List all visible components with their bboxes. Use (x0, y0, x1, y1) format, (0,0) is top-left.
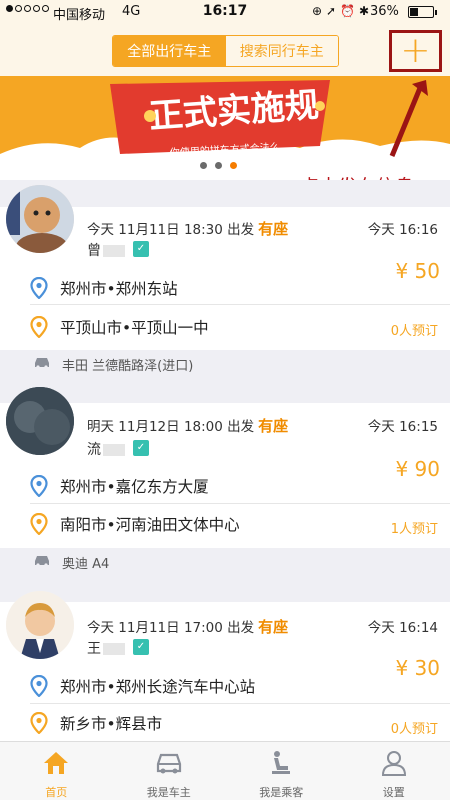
divider (30, 503, 450, 504)
seat-icon (272, 751, 291, 774)
status-icons: ⊕➚⏰✱ (312, 4, 374, 18)
seat-status: 有座 (258, 220, 289, 238)
origin-pin-icon (30, 475, 48, 497)
home-icon (44, 752, 69, 774)
posted-time: 今天 16:16 (367, 222, 438, 238)
divider (30, 304, 450, 305)
tab-label: 我是车主 (146, 786, 191, 799)
tab-passenger[interactable]: 我是乘客 (225, 742, 338, 800)
booking-count: 0人预订 (390, 324, 438, 339)
route-origin: 郑州市•郑州长途汽车中心站 (30, 675, 255, 697)
page-dot-active (230, 162, 237, 169)
car-model: 奥迪 A4 (62, 557, 110, 572)
driver-avatar (6, 591, 74, 659)
top-bar: 中国移动 4G 16:17 ⊕➚⏰✱ 36% 全部出行车主 搜索同行车主 + (0, 0, 450, 76)
driver-avatar (6, 185, 74, 253)
posted-time: 今天 16:14 (367, 620, 438, 636)
posted-time: 今天 16:15 (367, 419, 438, 435)
trip-card[interactable]: 明天 11月12日 18:00 出发 有座 今天 16:15 流 ✓ 郑州市•嘉亿… (0, 387, 450, 548)
divider (30, 703, 450, 704)
section-gap (0, 376, 450, 403)
add-trip-button[interactable]: + (389, 30, 442, 72)
verified-badge-icon: ✓ (133, 639, 149, 655)
car-model-row: 丰田 兰德酷路泽(进口) (0, 350, 450, 376)
car-model: 丰田 兰德酷路泽(进口) (62, 359, 194, 374)
page-dot (215, 162, 222, 169)
section-gap (0, 574, 450, 602)
tab-search-drivers[interactable]: 搜索同行车主 (225, 36, 338, 66)
departure-time: 今天 11月11日 17:00 出发 有座 (87, 618, 289, 636)
plus-icon: + (400, 30, 431, 71)
verified-badge-icon: ✓ (133, 440, 149, 456)
tab-settings[interactable]: 设置 (338, 742, 450, 800)
seat-status: 有座 (258, 417, 289, 435)
driver-name: 流 (87, 439, 125, 459)
tab-label: 我是乘客 (259, 786, 304, 799)
route-origin: 郑州市•郑州东站 (30, 277, 178, 299)
screen: 中国移动 4G 16:17 ⊕➚⏰✱ 36% 全部出行车主 搜索同行车主 + 正… (0, 0, 450, 800)
booking-count: 1人预订 (390, 522, 438, 537)
trip-card[interactable]: 今天 11月11日 18:30 出发 有座 今天 16:16 曾 ✓ 郑州市•郑州… (0, 185, 450, 350)
trip-price: ¥ 50 (395, 259, 440, 283)
tab-label: 首页 (45, 786, 68, 799)
tab-driver[interactable]: 我是车主 (113, 742, 226, 800)
destination-pin-icon (30, 712, 48, 734)
route-origin: 郑州市•嘉亿东方大厦 (30, 475, 209, 497)
destination-pin-icon (30, 316, 48, 338)
route-destination: 平顶山市•平顶山一中 (30, 316, 209, 338)
route-destination: 新乡市•辉县市 (30, 712, 162, 734)
destination-pin-icon (30, 513, 48, 535)
tab-all-drivers[interactable]: 全部出行车主 (113, 36, 226, 66)
origin-pin-icon (30, 277, 48, 299)
status-bar: 中国移动 4G 16:17 ⊕➚⏰✱ 36% (0, 0, 450, 24)
tab-home[interactable]: 首页 (0, 742, 113, 800)
trip-card[interactable]: 今天 11月11日 17:00 出发 有座 今天 16:14 王 ✓ 郑州市•郑州… (0, 591, 450, 741)
trip-price: ¥ 30 (395, 656, 440, 680)
page-dot (200, 162, 207, 169)
driver-name: 王 (87, 638, 125, 658)
battery-percent: 36% (370, 4, 399, 19)
annotation-arrow (389, 80, 428, 157)
seat-status: 有座 (258, 618, 289, 636)
route-destination: 南阳市•河南油田文体中心 (30, 513, 240, 535)
driver-avatar (6, 387, 74, 455)
person-icon (381, 751, 406, 776)
verified-badge-icon: ✓ (133, 241, 149, 257)
bottom-tab-bar: 首页 我是车主 我是乘客 设置 (0, 741, 450, 800)
car-icon (156, 753, 181, 774)
driver-name: 曾 (87, 240, 125, 260)
car-icon (35, 556, 49, 567)
trip-filter-segment: 全部出行车主 搜索同行车主 (112, 35, 339, 67)
departure-time: 今天 11月11日 18:30 出发 有座 (87, 220, 289, 238)
departure-time: 明天 11月12日 18:00 出发 有座 (87, 417, 289, 435)
trip-price: ¥ 90 (395, 457, 440, 481)
origin-pin-icon (30, 675, 48, 697)
battery-icon (408, 6, 437, 18)
car-icon (35, 358, 49, 369)
booking-count: 0人预订 (390, 722, 438, 737)
car-model-row: 奥迪 A4 (0, 548, 450, 574)
tab-label: 设置 (382, 786, 405, 799)
banner-page-indicator (200, 162, 237, 169)
